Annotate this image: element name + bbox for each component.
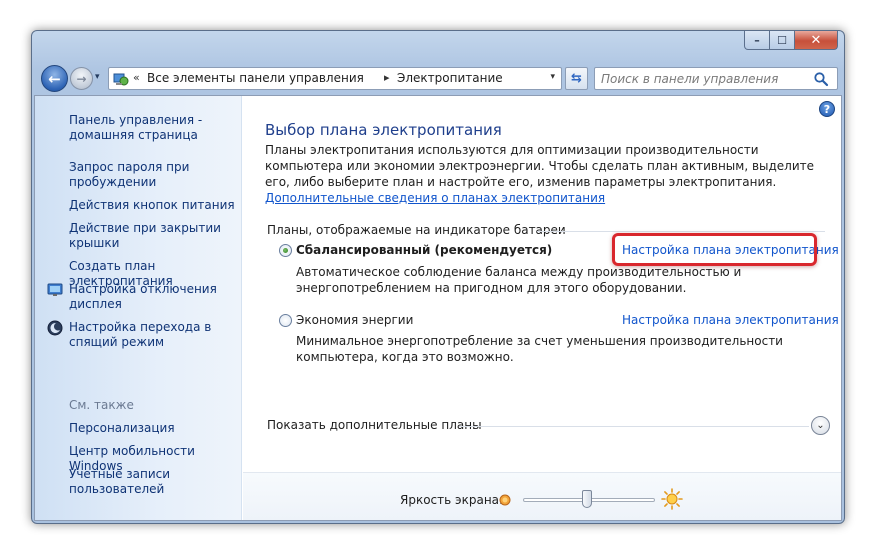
content-area: Панель управления - домашняя страница За… [34,95,842,521]
see-also-personalization[interactable]: Персонализация [69,421,239,436]
address-dropdown-icon[interactable]: ▾ [550,72,555,82]
intro-paragraph: Планы электропитания используются для оп… [265,142,821,206]
refresh-icon: ⇆ [571,71,582,86]
power-saver-plan-settings-link[interactable]: Настройка плана электропитания [622,313,839,327]
intro-text: Планы электропитания используются для оп… [265,143,815,189]
sidebar-item-sleep[interactable]: Настройка перехода в спящий режим [69,320,239,350]
brightness-label: Яркость экрана: [400,493,504,507]
breadcrumb-overflow-icon[interactable]: « [133,71,140,84]
power-saver-plan-name[interactable]: Экономия энергии [296,313,413,327]
sidebar-item-display-off[interactable]: Настройка отключения дисплея [69,282,239,312]
balanced-plan-radio[interactable] [279,244,292,257]
back-button[interactable]: ← [41,65,68,92]
help-button[interactable]: ? [819,101,835,117]
battery-plans-group-label: Планы, отображаемые на индикаторе батаре… [267,223,566,237]
control-panel-icon [113,73,129,86]
forward-button[interactable]: → [70,67,93,90]
control-panel-window: – ☐ ✕ ← → ▾ « Все элементы панели управл… [31,30,845,524]
help-icon: ? [823,102,831,116]
see-also-user-accounts[interactable]: Учетные записи пользователей [69,467,239,497]
brightness-footer: Яркость экрана: [243,472,841,520]
refresh-button[interactable]: ⇆ [565,67,588,90]
sidebar-item-lid-close[interactable]: Действие при закрытии крышки [69,221,239,251]
more-info-link[interactable]: Дополнительные сведения о планах электро… [265,191,605,205]
sidebar-home-link[interactable]: Панель управления - домашняя страница [69,113,239,143]
more-plans-divider [459,426,809,427]
breadcrumb-all-items[interactable]: Все элементы панели управления [147,71,364,85]
balanced-plan-description: Автоматическое соблюдение баланса между … [296,265,742,295]
monitor-icon [47,283,63,296]
caption-buttons: – ☐ ✕ [744,31,838,50]
main-panel: ? Выбор плана электропитания Планы элект… [243,96,841,520]
show-more-plans-label[interactable]: Показать дополнительные планы [267,418,482,432]
brightness-slider-thumb[interactable] [581,490,592,508]
search-input[interactable] [594,67,838,90]
back-arrow-icon: ← [48,69,61,88]
group-divider [537,231,825,232]
address-bar[interactable]: « Все элементы панели управления ▸ Элект… [108,67,562,90]
page-title: Выбор плана электропитания [265,121,502,139]
minimize-button[interactable]: – [744,31,770,50]
see-also-heading: См. также [69,398,134,412]
highlight-box [612,233,817,266]
close-button[interactable]: ✕ [795,31,838,50]
power-saver-plan-description: Минимальное энергопотребление за счет ум… [296,334,783,364]
chevron-down-icon: ⌄ [816,420,825,431]
maximize-button[interactable]: ☐ [770,31,795,50]
forward-arrow-icon: → [76,71,87,86]
breadcrumb-separator-icon[interactable]: ▸ [384,71,390,84]
sidebar-item-wakeup-password[interactable]: Запрос пароля при пробуждении [69,160,239,190]
power-saver-plan-radio[interactable] [279,314,292,327]
navigation-bar: ← → ▾ « Все элементы панели управления ▸… [32,63,844,93]
tasks-sidebar: Панель управления - домашняя страница За… [35,96,242,520]
moon-icon [47,320,63,336]
balanced-plan-name[interactable]: Сбалансированный (рекомендуется) [296,243,552,257]
sidebar-item-power-buttons[interactable]: Действия кнопок питания [69,198,239,213]
expand-plans-button[interactable]: ⌄ [811,416,830,435]
breadcrumb-power-options[interactable]: Электропитание [397,71,503,85]
search-icon[interactable] [813,71,829,87]
sun-large-icon [661,488,683,510]
recent-pages-dropdown[interactable]: ▾ [95,72,100,82]
sun-small-icon [499,494,511,506]
